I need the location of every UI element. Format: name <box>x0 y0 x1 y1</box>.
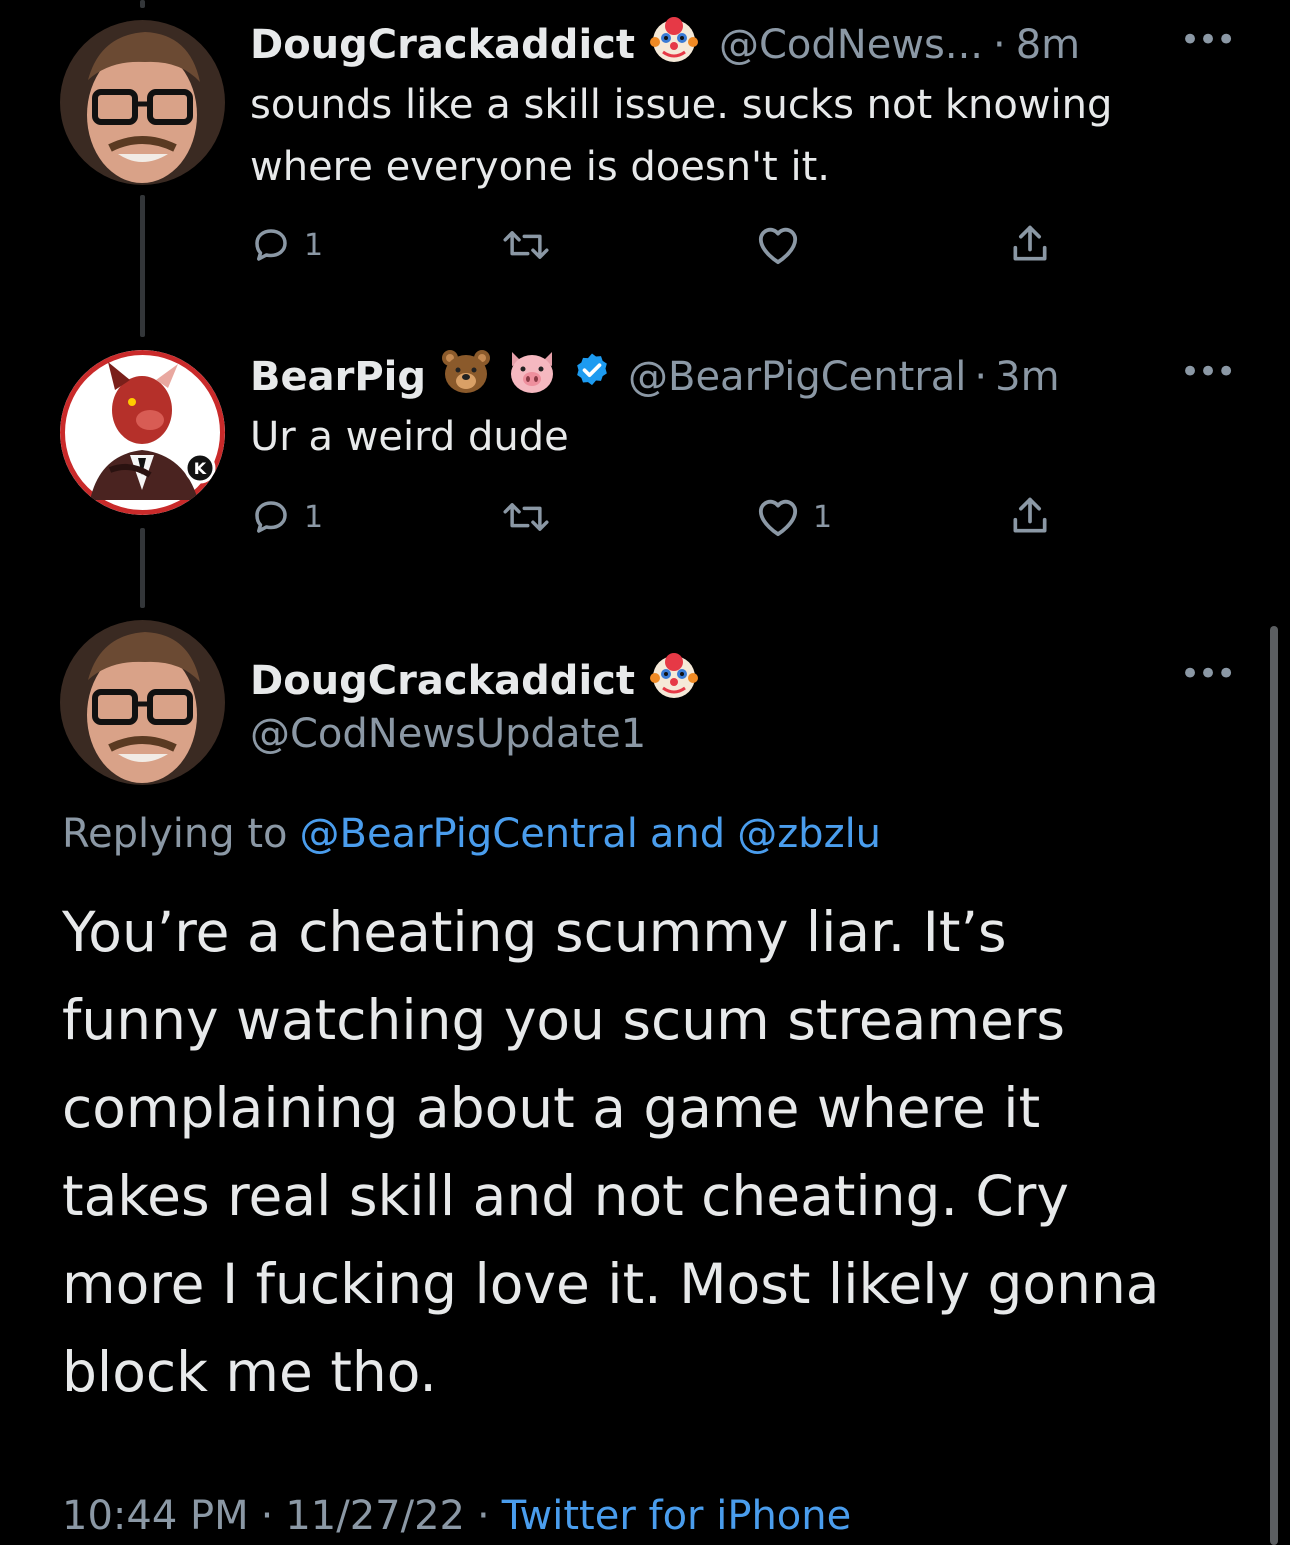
tweet1-time[interactable]: 8m <box>1016 21 1080 69</box>
thread-line-1 <box>140 195 145 337</box>
tweet1-reply-button[interactable]: 1 <box>250 224 323 266</box>
tweet2-like-count: 1 <box>813 499 833 535</box>
avatar-dougcrackaddict-2[interactable] <box>60 620 225 785</box>
main-tweet-text-line: complaining about a game where it <box>62 1076 1041 1140</box>
tweet1-like-button[interactable] <box>755 224 801 266</box>
main-tweet-more-icon[interactable]: ••• <box>1180 654 1236 694</box>
tweet2-text: Ur a weird dude <box>250 414 569 460</box>
main-tweet-time[interactable]: 10:44 PM <box>62 1492 249 1540</box>
main-tweet-separator-1: · <box>260 1493 274 1539</box>
main-tweet-text-line: takes real skill and not cheating. Cry <box>62 1164 1069 1228</box>
avatar-photo-icon <box>60 20 225 185</box>
tweet2-time[interactable]: 3m <box>995 353 1059 401</box>
reply-mention-bearpigcentral[interactable]: @BearPigCentral <box>300 810 638 858</box>
main-tweet-text-line: You’re a cheating scummy liar. It’s <box>62 900 1007 964</box>
tweet1-text: sounds like a skill issue. sucks not kno… <box>250 74 1112 198</box>
tweet2-more-icon[interactable]: ••• <box>1180 352 1236 392</box>
main-tweet-source[interactable]: Twitter for iPhone <box>502 1492 852 1540</box>
avatar-bearpig[interactable]: K <box>60 350 225 515</box>
retweet-icon <box>503 503 549 531</box>
thread-line-2 <box>140 528 145 608</box>
main-tweet-separator-2: · <box>477 1493 490 1539</box>
main-tweet-text-line: more I fucking love it. Most likely gonn… <box>62 1252 1160 1316</box>
tweet2-like-button[interactable]: 1 <box>755 496 832 538</box>
tweet1-reply-count: 1 <box>304 227 324 263</box>
heart-icon <box>758 227 798 265</box>
reply-mention-zbzlu[interactable]: @zbzlu <box>737 810 881 858</box>
avatar-photo-icon <box>60 620 225 785</box>
tweet1-handle[interactable]: @CodNews... <box>719 21 983 69</box>
retweet-icon <box>503 231 549 259</box>
tweet1-text-line1: sounds like a skill issue. sucks not kno… <box>250 82 1113 128</box>
tweet1-share-button[interactable] <box>1008 222 1052 266</box>
clown-face-icon <box>649 650 699 711</box>
tweet2-separator: · <box>974 353 988 400</box>
main-tweet-date[interactable]: 11/27/22 <box>285 1492 465 1540</box>
reply-mention-and: and <box>649 811 726 857</box>
tweet1-separator: · <box>993 21 1006 68</box>
heart-icon <box>758 499 798 537</box>
main-tweet-text-line: funny watching you scum streamers <box>62 988 1066 1052</box>
tweet2-display-name[interactable]: BearPig <box>250 353 426 401</box>
main-tweet-timestamp-row: 10:44 PM · 11/27/22 · Twitter for iPhone <box>62 1492 851 1540</box>
avatar-dougcrackaddict-1[interactable] <box>60 20 225 185</box>
scrollbar[interactable] <box>1270 626 1278 1545</box>
main-tweet-name-row: DougCrackaddict <box>250 650 699 711</box>
thread-line-top <box>140 0 145 8</box>
pig-face-icon <box>506 348 558 405</box>
bear-face-icon <box>440 348 492 405</box>
main-tweet-text-line: block me tho. <box>62 1340 437 1404</box>
clown-face-icon <box>649 14 699 75</box>
share-icon <box>1013 225 1047 261</box>
reply-icon <box>255 501 287 533</box>
tweet1-more-icon[interactable]: ••• <box>1180 20 1236 60</box>
tweet2-handle[interactable]: @BearPigCentral <box>628 353 966 401</box>
main-tweet-text: You’re a cheating scummy liar. It’s funn… <box>62 888 1160 1416</box>
tweet1-text-line2: where everyone is doesn't it. <box>250 144 830 190</box>
tweet1-retweet-button[interactable] <box>500 224 552 266</box>
reply-icon <box>255 229 287 261</box>
share-icon <box>1013 497 1047 533</box>
tweet2-reply-count: 1 <box>304 499 324 535</box>
tweet2-retweet-button[interactable] <box>500 496 552 538</box>
replying-to-line: Replying to @BearPigCentral and @zbzlu <box>62 810 881 858</box>
svg-text:K: K <box>194 459 207 478</box>
avatar-bearpig-illustration-icon: K <box>60 350 225 515</box>
main-tweet-display-name[interactable]: DougCrackaddict <box>250 657 635 705</box>
tweet2-header: BearPig @BearPigCentral · 3m <box>250 348 1060 405</box>
tweet2-reply-button[interactable]: 1 <box>250 496 323 538</box>
tweet1-header: DougCrackaddict @CodNews... · 8m <box>250 14 1080 75</box>
main-tweet-handle[interactable]: @CodNewsUpdate1 <box>250 710 646 758</box>
tweet2-share-button[interactable] <box>1008 494 1052 538</box>
tweet1-display-name[interactable]: DougCrackaddict <box>250 21 635 69</box>
replying-to-label: Replying to <box>62 811 288 857</box>
verified-badge-icon <box>572 351 612 402</box>
